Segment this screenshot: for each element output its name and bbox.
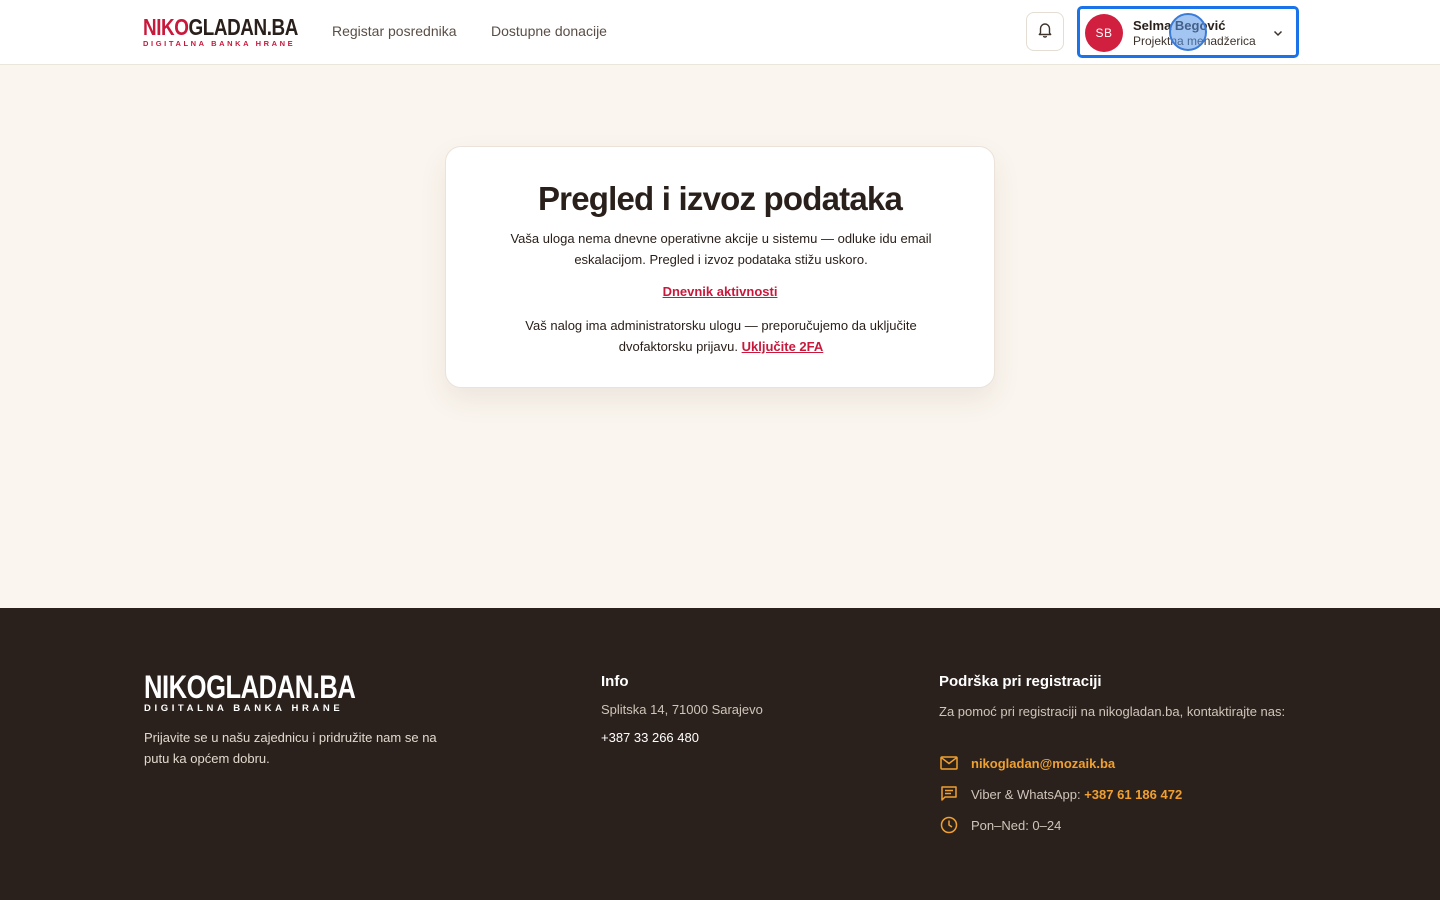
support-hours: Pon–Ned: 0–24 [971, 817, 1062, 833]
security-notice-text: Vaš nalog ima administratorsku ulogu — p… [525, 318, 917, 354]
footer-info-heading: Info [601, 673, 629, 690]
footer-phone[interactable]: +387 33 266 480 [601, 730, 699, 745]
activity-log-link[interactable]: Dnevnik aktivnosti [446, 284, 994, 299]
viber-label: Viber & WhatsApp: [971, 786, 1081, 802]
page-title: Pregled i izvoz podataka [537, 180, 903, 217]
support-email-link[interactable]: nikogladan@mozaik.ba [971, 756, 1115, 771]
security-notice: Vaš nalog ima administratorsku ulogu — p… [506, 315, 936, 357]
footer-logo[interactable]: NIKOGLADAN.BA DIGITALNA BANKA HRANE [144, 669, 356, 714]
footer-support-text: Za pomoć pri registraciji na nikogladan.… [939, 704, 1286, 719]
clock-icon [939, 815, 959, 835]
footer-about-text: Prijavite se u našu zajednicu i pridruži… [144, 730, 437, 766]
brand-logo[interactable]: NIKOGLADAN.BA DIGITALNA BANKA HRANE [143, 14, 298, 49]
nav-link-dostupne-donacije[interactable]: Dostupne donacije [491, 23, 607, 39]
footer-address: Splitska 14, 71000 Sarajevo [601, 702, 763, 717]
user-role: Projektna menadžerica [1133, 34, 1256, 48]
nav-link-registar-posrednika[interactable]: Registar posrednika [332, 23, 457, 39]
notifications-button[interactable] [1026, 12, 1064, 51]
site-footer: NIKOGLADAN.BA DIGITALNA BANKA HRANE Prij… [0, 608, 1440, 900]
footer-logo-tagline: DIGITALNA BANKA HRANE [144, 703, 344, 714]
support-hours-row: Pon–Ned: 0–24 [939, 815, 1061, 835]
chevron-down-icon [1272, 26, 1284, 44]
footer-support-heading: Podrška pri registraciji [939, 673, 1102, 690]
avatar: SB [1085, 14, 1123, 52]
data-overview-card: Pregled i izvoz podataka Vaša uloga nema… [445, 146, 995, 388]
logo-wordmark: NIKOGLADAN.BA [143, 14, 298, 40]
support-email-row: nikogladan@mozaik.ba [939, 753, 1115, 773]
logo-tagline: DIGITALNA BANKA HRANE [143, 39, 296, 48]
top-header: NIKOGLADAN.BA DIGITALNA BANKA HRANE Regi… [0, 0, 1440, 65]
user-name: Selma Begović [1133, 18, 1226, 33]
enable-2fa-link[interactable]: Uključite 2FA [742, 339, 824, 354]
card-description: Vaša uloga nema dnevne operativne akcije… [510, 231, 932, 267]
footer-logo-wordmark: NIKOGLADAN.BA [144, 669, 356, 705]
support-viber-row: Viber & WhatsApp: +387 61 186 472 [939, 784, 1182, 804]
chat-icon [939, 784, 959, 804]
bell-icon [1037, 21, 1053, 43]
mail-icon [939, 753, 959, 773]
viber-phone-link[interactable]: +387 61 186 472 [1084, 787, 1182, 802]
user-menu-button[interactable]: SB Selma Begović Projektna menadžerica [1077, 6, 1299, 58]
